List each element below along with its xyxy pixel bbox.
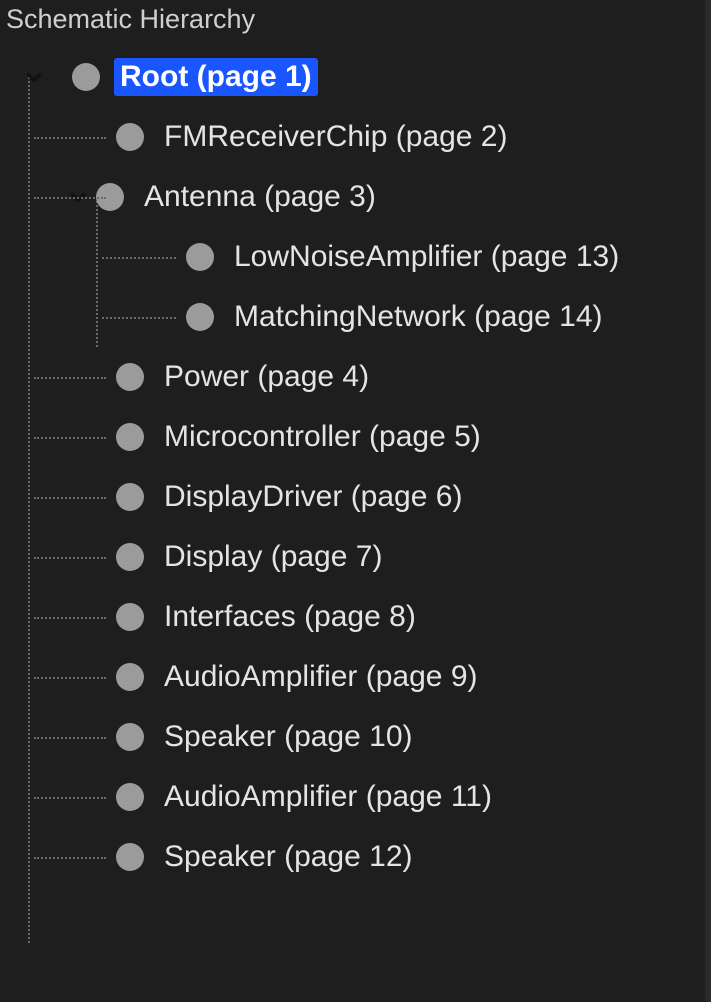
tree-item-label: Antenna (page 3)	[138, 178, 382, 216]
tree-item-label: Power (page 4)	[158, 358, 375, 396]
chevron-down-icon[interactable]	[25, 68, 43, 86]
tree-item-label: Root (page 1)	[114, 58, 318, 96]
node-bullet-icon	[116, 123, 144, 151]
tree-item-matchingnetwork[interactable]: MatchingNetwork (page 14)	[6, 287, 711, 347]
node-bullet-icon	[116, 723, 144, 751]
panel-edge	[705, 0, 711, 1002]
tree-item-audioamplifier[interactable]: AudioAmplifier (page 11)	[6, 767, 711, 827]
tree-item-lownoiseamplifier[interactable]: LowNoiseAmplifier (page 13)	[6, 227, 711, 287]
node-bullet-icon	[116, 483, 144, 511]
tree-item-label: DisplayDriver (page 6)	[158, 478, 468, 516]
node-bullet-icon	[72, 63, 100, 91]
tree-item-label: FMReceiverChip (page 2)	[158, 118, 513, 156]
tree-item-root[interactable]: Root (page 1)	[6, 47, 711, 107]
tree-item-label: LowNoiseAmplifier (page 13)	[228, 238, 625, 276]
node-bullet-icon	[116, 363, 144, 391]
tree-item-displaydriver[interactable]: DisplayDriver (page 6)	[6, 467, 711, 527]
node-bullet-icon	[96, 183, 124, 211]
node-bullet-icon	[186, 303, 214, 331]
node-bullet-icon	[116, 783, 144, 811]
tree-item-label: Speaker (page 10)	[158, 718, 419, 756]
schematic-hierarchy-panel: Schematic Hierarchy Root (page 1) FMRece…	[0, 0, 711, 1002]
hierarchy-tree: Root (page 1) FMReceiverChip (page 2) An…	[0, 47, 711, 887]
tree-item-microcontroller[interactable]: Microcontroller (page 5)	[6, 407, 711, 467]
tree-item-power[interactable]: Power (page 4)	[6, 347, 711, 407]
tree-item-label: Speaker (page 12)	[158, 838, 419, 876]
tree-item-label: Interfaces (page 8)	[158, 598, 422, 636]
chevron-down-icon[interactable]	[69, 188, 87, 206]
node-bullet-icon	[116, 423, 144, 451]
tree-item-label: AudioAmplifier (page 9)	[158, 658, 484, 696]
node-bullet-icon	[116, 843, 144, 871]
tree-item-label: MatchingNetwork (page 14)	[228, 298, 609, 336]
node-bullet-icon	[116, 663, 144, 691]
panel-title: Schematic Hierarchy	[0, 0, 711, 47]
node-bullet-icon	[116, 603, 144, 631]
tree-item-speaker[interactable]: Speaker (page 10)	[6, 707, 711, 767]
tree-item-audioamplifier[interactable]: AudioAmplifier (page 9)	[6, 647, 711, 707]
node-bullet-icon	[186, 243, 214, 271]
tree-item-fmreceiverchip[interactable]: FMReceiverChip (page 2)	[6, 107, 711, 167]
node-bullet-icon	[116, 543, 144, 571]
tree-item-antenna[interactable]: Antenna (page 3)	[6, 167, 711, 227]
tree-item-label: AudioAmplifier (page 11)	[158, 778, 498, 816]
tree-item-speaker[interactable]: Speaker (page 12)	[6, 827, 711, 887]
tree-item-display[interactable]: Display (page 7)	[6, 527, 711, 587]
tree-item-label: Microcontroller (page 5)	[158, 418, 487, 456]
tree-item-interfaces[interactable]: Interfaces (page 8)	[6, 587, 711, 647]
tree-item-label: Display (page 7)	[158, 538, 388, 576]
